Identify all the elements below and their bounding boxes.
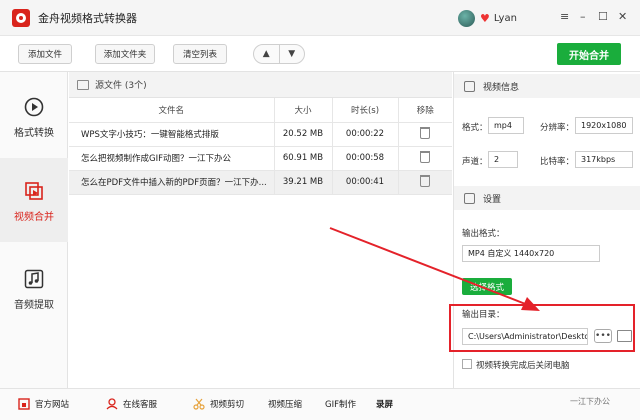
restore-icon[interactable]: ☐ — [598, 11, 608, 23]
app-logo-icon — [12, 8, 30, 27]
app-title: 金舟视频格式转换器 — [38, 11, 137, 25]
table-row[interactable]: WPS文字小技巧：一键智能格式排版 20.52 MB 00:00:22 — [69, 122, 452, 147]
file-size: 39.21 MB — [274, 170, 333, 195]
gif-maker-label: GIF制作 — [325, 400, 356, 410]
username[interactable]: Lyan — [494, 13, 517, 24]
online-support-link[interactable]: 在线客服 — [106, 398, 157, 410]
file-panel: 源文件 (3个) 文件名 大小 时长(s) 移除 WPS文字小技巧：一键智能格式… — [69, 72, 452, 388]
title-bar: 金舟视频格式转换器 ♥ Lyan ≡ – ☐ ✕ — [0, 0, 640, 36]
gif-maker-link[interactable]: GIF制作 — [325, 398, 356, 410]
file-duration: 00:00:58 — [332, 146, 399, 171]
shutdown-label: 视频转换完成后关闭电脑 — [476, 361, 570, 371]
watermark: 一江下办公 — [570, 397, 610, 406]
user-info[interactable]: ♥ Lyan — [458, 10, 517, 27]
trash-icon[interactable] — [420, 174, 431, 187]
table-row[interactable]: 怎么在PDF文件中插入新的PDF页面？一江下办... 39.21 MB 00:0… — [69, 170, 452, 195]
channel-label: 声道： — [462, 157, 488, 167]
channel-value: 2 — [488, 151, 518, 168]
file-size: 60.91 MB — [274, 146, 333, 171]
bitrate-label: 比特率： — [540, 157, 575, 167]
official-site-label: 官方网站 — [35, 400, 70, 410]
trash-icon[interactable] — [420, 126, 431, 139]
bottom-bar: 官方网站 在线客服 视频剪切 视频压缩 GIF制作 录屏 — [0, 388, 640, 420]
file-name: WPS文字小技巧：一键智能格式排版 — [69, 122, 275, 147]
format-value: mp4 — [488, 117, 524, 134]
heart-icon: ♥ — [480, 12, 490, 25]
info-icon — [464, 80, 475, 92]
annotation-highlight-box — [449, 304, 635, 352]
trash-icon[interactable] — [420, 150, 431, 163]
settings-header: 设置 — [454, 186, 640, 210]
file-name: 怎么在PDF文件中插入新的PDF页面？一江下办... — [69, 170, 275, 195]
output-format-label: 输出格式： — [462, 229, 505, 239]
output-format-field[interactable]: MP4 自定义 1440x720 — [462, 245, 600, 262]
move-down-button[interactable]: ▼ — [280, 45, 305, 63]
sidebar-item-audio-extract[interactable]: 音频提取 — [0, 260, 68, 330]
scissors-icon — [193, 398, 205, 410]
menu-icon[interactable]: ≡ — [560, 11, 569, 23]
home-icon — [18, 398, 30, 410]
video-cut-link[interactable]: 视频剪切 — [193, 398, 244, 410]
sidebar-item-format-convert[interactable]: 格式转换 — [0, 84, 68, 154]
online-support-label: 在线客服 — [123, 400, 158, 410]
column-header-name: 文件名 — [69, 98, 275, 123]
minimize-icon[interactable]: – — [580, 11, 586, 23]
shutdown-checkbox[interactable] — [462, 359, 472, 369]
video-cut-label: 视频剪切 — [210, 400, 245, 410]
file-name: 怎么把视频制作成GIF动图？一江下办公 — [69, 146, 275, 171]
file-size: 20.52 MB — [274, 122, 333, 147]
move-up-button[interactable]: ▲ — [254, 45, 280, 63]
resolution-label: 分辨率： — [540, 123, 575, 133]
file-panel-header: 源文件 (3个) — [69, 72, 452, 98]
file-duration: 00:00:22 — [332, 122, 399, 147]
gear-icon — [464, 192, 475, 204]
add-file-button[interactable]: 添加文件 — [18, 44, 72, 64]
reorder-buttons: ▲ ▼ — [253, 44, 305, 64]
column-header-duration: 时长(s) — [332, 98, 399, 123]
file-table: 文件名 大小 时长(s) 移除 WPS文字小技巧：一键智能格式排版 20.52 … — [69, 98, 452, 195]
table-row[interactable]: 怎么把视频制作成GIF动图？一江下办公 60.91 MB 00:00:58 — [69, 146, 452, 171]
bitrate-value: 317kbps — [575, 151, 633, 168]
select-format-button[interactable]: 选择格式 — [462, 278, 512, 295]
close-icon[interactable]: ✕ — [618, 11, 627, 23]
merge-icon — [23, 180, 45, 202]
clear-list-button[interactable]: 清空列表 — [173, 44, 227, 64]
column-header-remove: 移除 — [398, 98, 452, 123]
sidebar-item-label: 音频提取 — [14, 300, 54, 311]
settings-title: 设置 — [483, 194, 502, 205]
official-site-link[interactable]: 官方网站 — [18, 398, 69, 410]
file-icon — [77, 79, 89, 90]
music-icon — [23, 268, 45, 290]
add-folder-button[interactable]: 添加文件夹 — [95, 44, 155, 64]
avatar[interactable] — [458, 10, 475, 27]
sidebar-item-label: 视频合并 — [14, 212, 54, 223]
video-compress-link[interactable]: 视频压缩 — [268, 398, 302, 410]
video-info-header: 视频信息 — [454, 74, 640, 98]
column-header-size: 大小 — [274, 98, 333, 123]
format-label: 格式： — [462, 123, 488, 133]
play-circle-icon — [23, 96, 45, 118]
sidebar-item-label: 格式转换 — [14, 128, 54, 139]
file-duration: 00:00:41 — [332, 170, 399, 195]
toolbar: 添加文件 添加文件夹 清空列表 ▲ ▼ — [0, 36, 640, 72]
resolution-value: 1920x1080 — [575, 117, 633, 134]
sidebar-item-video-merge[interactable]: 视频合并 — [0, 158, 68, 242]
sidebar: 格式转换 视频合并 音频提取 — [0, 72, 68, 388]
file-count-label: 源文件 (3个) — [95, 81, 147, 91]
start-merge-button[interactable]: 开始合并 — [557, 43, 621, 65]
screen-record-label: 录屏 — [376, 400, 394, 410]
table-header: 文件名 大小 时长(s) 移除 — [69, 98, 452, 123]
video-info-title: 视频信息 — [483, 82, 520, 93]
screen-record-link[interactable]: 录屏 — [376, 398, 393, 410]
video-compress-label: 视频压缩 — [268, 400, 303, 410]
support-icon — [106, 398, 118, 410]
